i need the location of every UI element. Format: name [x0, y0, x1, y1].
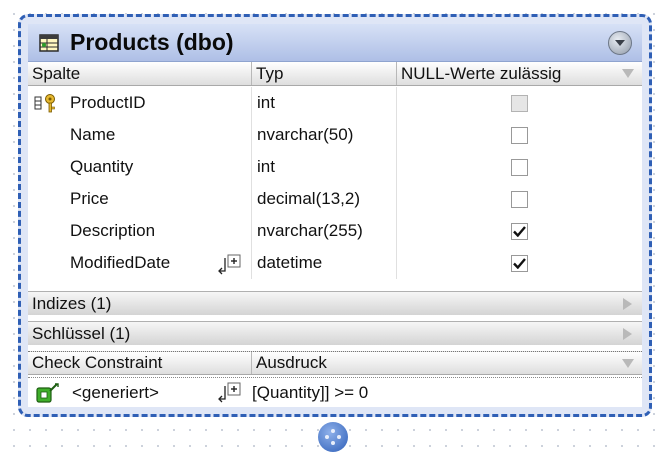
table-title-bar[interactable]: Products (dbo)	[28, 24, 642, 62]
nullable-checkbox	[511, 94, 528, 112]
row-type-cell[interactable]: decimal(13,2)	[252, 183, 397, 215]
expand-arrow-icon[interactable]	[623, 327, 632, 340]
table-inner: Products (dbo) Spalte Typ NULL-Werte zul…	[28, 24, 642, 407]
nullable-checkbox[interactable]	[511, 222, 528, 240]
row-name-cell[interactable]: Quantity	[28, 151, 252, 183]
row-null-cell	[397, 151, 642, 183]
table-row[interactable]: Price decimal(13,2)	[28, 183, 642, 215]
nullable-checkbox[interactable]	[511, 126, 528, 144]
check-constraint-header: Check Constraint Ausdruck	[28, 351, 642, 375]
row-null-cell	[397, 183, 642, 215]
table-row[interactable]: ModifiedDate datetime	[28, 247, 642, 279]
collapse-icon[interactable]	[608, 31, 632, 55]
column-header-type[interactable]: Typ	[252, 62, 397, 85]
constraint-header-name[interactable]: Check Constraint	[28, 352, 252, 374]
table-row[interactable]: ProductID int	[28, 87, 642, 119]
column-header-name[interactable]: Spalte	[28, 62, 252, 85]
expand-arrow-icon[interactable]	[623, 297, 632, 310]
row-name-cell[interactable]: Name	[28, 119, 252, 151]
expand-plus-icon[interactable]	[218, 382, 244, 407]
row-null-cell	[397, 247, 642, 279]
column-header-null[interactable]: NULL-Werte zulässig	[397, 62, 642, 85]
nullable-checkbox[interactable]	[511, 158, 528, 176]
constraint-expression[interactable]: [Quantity]] >= 0	[252, 383, 368, 403]
nullable-checkbox[interactable]	[511, 190, 528, 208]
header-dropdown-icon[interactable]	[622, 358, 634, 368]
table-row[interactable]: Quantity int	[28, 151, 642, 183]
table-row[interactable]: Name nvarchar(50)	[28, 119, 642, 151]
row-name-cell[interactable]: Description	[28, 215, 252, 247]
row-type-cell[interactable]: int	[252, 87, 397, 119]
constraint-name[interactable]: <generiert>	[72, 383, 159, 403]
table-icon	[38, 32, 60, 54]
row-type-cell[interactable]: datetime	[252, 247, 397, 279]
row-type-cell[interactable]: nvarchar(50)	[252, 119, 397, 151]
row-type-cell[interactable]: int	[252, 151, 397, 183]
table-title: Products (dbo)	[70, 29, 234, 55]
row-null-cell	[397, 119, 642, 151]
check-icon	[513, 225, 526, 237]
row-null-cell	[397, 87, 642, 119]
row-type-cell[interactable]: nvarchar(255)	[252, 215, 397, 247]
check-icon	[513, 257, 526, 269]
columns-header-row: Spalte Typ NULL-Werte zulässig	[28, 62, 642, 86]
keys-section[interactable]: Schlüssel (1)	[28, 321, 642, 345]
table-designer-box[interactable]: Products (dbo) Spalte Typ NULL-Werte zul…	[18, 14, 652, 417]
add-constraint-icon[interactable]	[36, 383, 60, 407]
drag-handle-icon[interactable]	[318, 422, 348, 452]
header-dropdown-icon[interactable]	[622, 69, 634, 78]
row-name-cell[interactable]: ProductID	[28, 87, 252, 119]
expand-plus-icon[interactable]	[218, 254, 244, 281]
row-name-cell[interactable]: Price	[28, 183, 252, 215]
constraint-header-expr[interactable]: Ausdruck	[252, 352, 642, 374]
row-null-cell	[397, 215, 642, 247]
table-row[interactable]: Description nvarchar(255)	[28, 215, 642, 247]
constraint-row[interactable]: <generiert> [Quantity]] >= 0	[28, 377, 642, 407]
indexes-section[interactable]: Indizes (1)	[28, 291, 642, 315]
nullable-checkbox[interactable]	[511, 254, 528, 272]
